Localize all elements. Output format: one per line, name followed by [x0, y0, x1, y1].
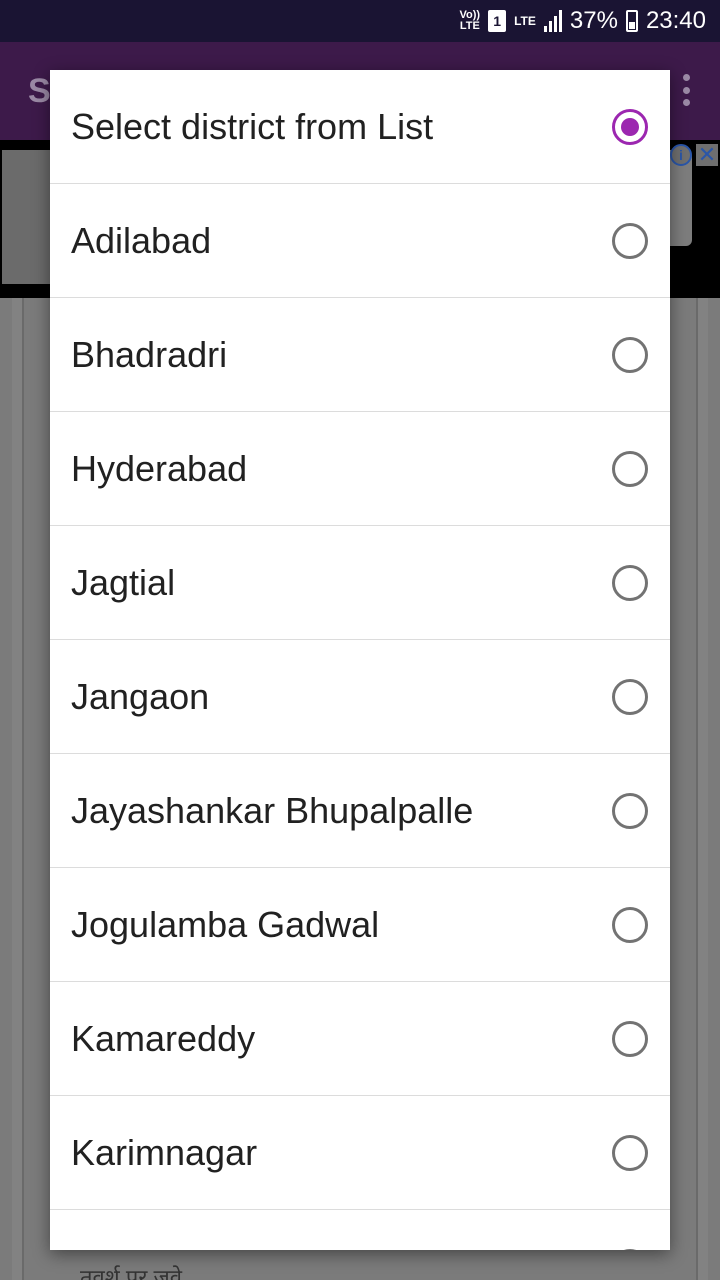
option-label: Kamareddy [71, 1018, 256, 1059]
district-select-dialog: Select district from List Adilabad Bhadr… [50, 70, 670, 1250]
radio-unchecked-icon[interactable] [612, 793, 648, 829]
radio-unchecked-icon[interactable] [612, 565, 648, 601]
option-label: Jagtial [71, 562, 176, 603]
battery-percent: 37% [569, 7, 618, 34]
option-jangaon[interactable]: Jangaon [50, 640, 670, 754]
ad-info-icon[interactable]: i [670, 144, 692, 166]
radio-unchecked-icon[interactable] [612, 679, 648, 715]
background-card-edge-right [696, 298, 708, 1280]
radio-unchecked-icon[interactable] [612, 1249, 648, 1250]
radio-unchecked-icon[interactable] [612, 451, 648, 487]
ad-close-icon[interactable]: ✕ [696, 144, 718, 166]
option-select-district[interactable]: Select district from List [50, 70, 670, 184]
option-kamareddy[interactable]: Kamareddy [50, 982, 670, 1096]
option-label: Adilabad [71, 220, 212, 261]
background-card-edge-left [12, 298, 24, 1280]
option-adilabad[interactable]: Adilabad [50, 184, 670, 298]
option-label: Karimnagar [71, 1132, 258, 1173]
option-jayashankar-bhupalpalle[interactable]: Jayashankar Bhupalpalle [50, 754, 670, 868]
option-label: Jayashankar Bhupalpalle [71, 790, 474, 831]
sim-icon: 1 [488, 10, 507, 32]
radio-unchecked-icon[interactable] [612, 337, 648, 373]
clock: 23:40 [645, 7, 706, 34]
radio-unchecked-icon[interactable] [612, 223, 648, 259]
signal-icon [543, 10, 562, 32]
option-label: Bhadradri [71, 334, 228, 375]
background-text: तवर्श पर जवे [80, 1265, 183, 1280]
radio-unchecked-icon[interactable] [612, 1135, 648, 1171]
app-title: S [28, 72, 51, 110]
radio-checked-icon[interactable] [612, 109, 648, 145]
option-label: Hyderabad [71, 448, 248, 489]
lte-label: LTE [514, 14, 536, 28]
volte-indicator: Vo)) LTE [460, 10, 481, 32]
option-label: Select district from List [71, 106, 434, 147]
option-hyderabad[interactable]: Hyderabad [50, 412, 670, 526]
status-bar: Vo)) LTE 1 LTE 37% 23:40 [0, 0, 720, 42]
overflow-menu-icon[interactable] [682, 74, 690, 106]
option-jogulamba-gadwal[interactable]: Jogulamba Gadwal [50, 868, 670, 982]
option-partial[interactable] [50, 1210, 670, 1250]
option-karimnagar[interactable]: Karimnagar [50, 1096, 670, 1210]
battery-icon [625, 10, 638, 32]
option-label: Jangaon [71, 676, 210, 717]
option-label: Jogulamba Gadwal [71, 904, 380, 945]
option-bhadradri[interactable]: Bhadradri [50, 298, 670, 412]
radio-unchecked-icon[interactable] [612, 907, 648, 943]
volte-line2: LTE [459, 20, 480, 32]
option-jagtial[interactable]: Jagtial [50, 526, 670, 640]
ad-image [2, 150, 50, 284]
radio-unchecked-icon[interactable] [612, 1021, 648, 1057]
